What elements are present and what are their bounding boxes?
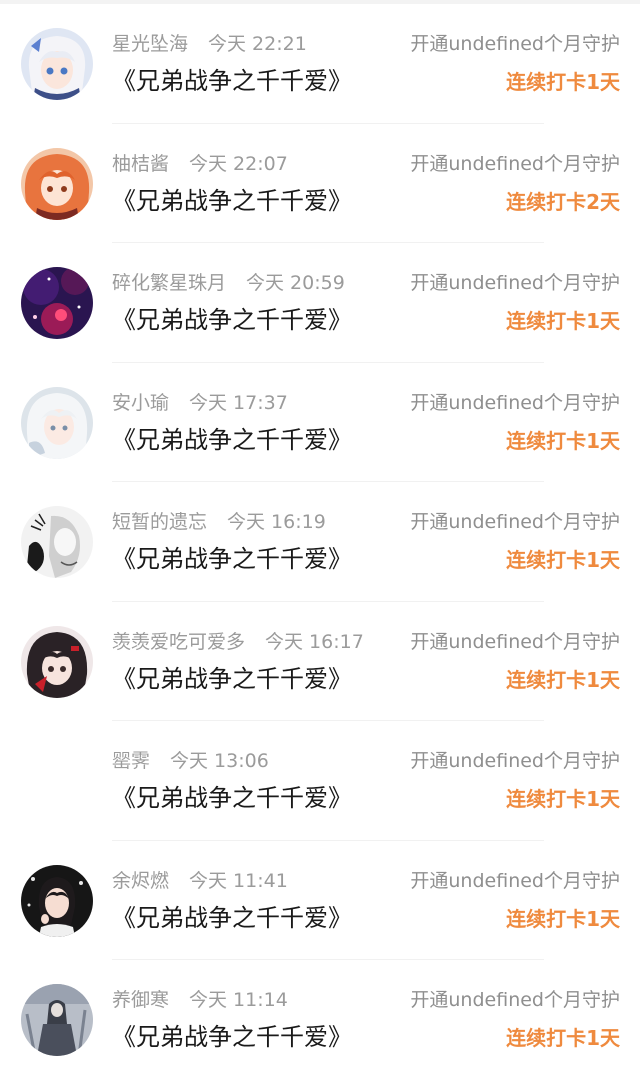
guard-action-text: 开通undefined个月守护 (410, 391, 620, 414)
list-item[interactable]: 羡羡爱吃可爱多 今天 16:17 《兄弟战争之千千爱》 开通undefined个月… (0, 602, 640, 721)
list-item[interactable]: 安小瑜 今天 17:37 《兄弟战争之千千爱》 开通undefined个月守护 连… (0, 363, 640, 482)
purple-galaxy-avatar[interactable] (21, 267, 93, 339)
checkin-streak: 连续打卡1天 (506, 667, 620, 692)
guard-action-text: 开通undefined个月守护 (410, 630, 620, 653)
book-title[interactable]: 《兄弟战争之千千爱》 (112, 63, 352, 99)
empty-avatar[interactable] (21, 745, 93, 817)
guard-action-text: 开通undefined个月守护 (410, 511, 620, 533)
checkin-streak: 连续打卡1天 (506, 1026, 620, 1050)
guard-action-text: 开通undefined个月守护 (410, 33, 620, 55)
timestamp: 今天 11:14 (189, 989, 288, 1011)
user-meta: 短暂的遗忘 今天 16:19 (112, 508, 326, 536)
user-meta: 柚桔酱 今天 22:07 (112, 150, 288, 178)
book-title[interactable]: 《兄弟战争之千千爱》 (112, 183, 352, 219)
timestamp: 今天 16:19 (227, 511, 326, 533)
timestamp: 今天 20:59 (246, 272, 345, 294)
user-meta: 养御寒 今天 11:14 (112, 986, 288, 1014)
checkin-streak: 连续打卡1天 (506, 70, 620, 94)
timestamp: 今天 13:06 (170, 750, 269, 772)
user-meta: 余烬燃 今天 11:41 (112, 867, 288, 895)
username[interactable]: 柚桔酱 (112, 153, 169, 175)
monochrome-sketch-avatar[interactable] (21, 506, 93, 578)
book-title[interactable]: 《兄弟战争之千千爱》 (112, 422, 352, 458)
username[interactable]: 星光坠海 (112, 33, 188, 55)
user-meta: 星光坠海 今天 22:21 (112, 30, 307, 58)
book-title[interactable]: 《兄弟战争之千千爱》 (112, 541, 352, 577)
timestamp: 今天 22:07 (189, 152, 288, 175)
timestamp: 今天 17:37 (189, 391, 288, 414)
list-item[interactable]: 星光坠海 今天 22:21 《兄弟战争之千千爱》 开通undefined个月守护 … (0, 4, 640, 124)
checkin-streak: 连续打卡1天 (506, 548, 620, 572)
username[interactable]: 养御寒 (112, 989, 169, 1011)
username[interactable]: 短暂的遗忘 (112, 511, 207, 533)
timestamp: 今天 22:21 (208, 33, 307, 55)
username[interactable]: 余烬燃 (112, 870, 169, 892)
list-item[interactable]: 罂霁 今天 13:06 《兄弟战争之千千爱》 开通undefined个月守护 连续… (0, 721, 640, 841)
dark-hair-anime-avatar[interactable] (21, 625, 93, 698)
checkin-streak: 连续打卡2天 (506, 189, 620, 214)
list-item[interactable]: 碎化繁星珠月 今天 20:59 《兄弟战争之千千爱》 开通undefined个月守… (0, 243, 640, 363)
list-item[interactable]: 短暂的遗忘 今天 16:19 《兄弟战争之千千爱》 开通undefined个月守护… (0, 482, 640, 602)
book-title[interactable]: 《兄弟战争之千千爱》 (112, 1019, 352, 1055)
book-title[interactable]: 《兄弟战争之千千爱》 (112, 661, 352, 697)
username[interactable]: 安小瑜 (112, 392, 169, 414)
user-meta: 安小瑜 今天 17:37 (112, 389, 288, 417)
guard-action-text: 开通undefined个月守护 (410, 869, 620, 892)
white-hair-girl-avatar[interactable] (21, 386, 93, 459)
user-meta: 碎化繁星珠月 今天 20:59 (112, 269, 345, 297)
username[interactable]: 羡羡爱吃可爱多 (112, 631, 245, 653)
guard-action-text: 开通undefined个月守护 (410, 152, 620, 175)
guard-record-list: 星光坠海 今天 22:21 《兄弟战争之千千爱》 开通undefined个月守护 … (0, 4, 640, 1080)
list-item[interactable]: 余烬燃 今天 11:41 《兄弟战争之千千爱》 开通undefined个月守护 连… (0, 841, 640, 960)
checkin-streak: 连续打卡1天 (506, 906, 620, 931)
guard-action-text: 开通undefined个月守护 (410, 750, 620, 772)
photo-girl-avatar[interactable] (21, 864, 93, 937)
guard-action-text: 开通undefined个月守护 (410, 272, 620, 294)
anime-girl-orange-hair-avatar[interactable] (21, 147, 93, 220)
grey-figure-avatar[interactable] (21, 984, 93, 1056)
guard-action-text: 开通undefined个月守护 (410, 989, 620, 1011)
list-item[interactable]: 柚桔酱 今天 22:07 《兄弟战争之千千爱》 开通undefined个月守护 连… (0, 124, 640, 243)
book-title[interactable]: 《兄弟战争之千千爱》 (112, 302, 352, 338)
book-title[interactable]: 《兄弟战争之千千爱》 (112, 900, 352, 936)
checkin-streak: 连续打卡1天 (506, 309, 620, 333)
book-title[interactable]: 《兄弟战争之千千爱》 (112, 780, 352, 816)
username[interactable]: 碎化繁星珠月 (112, 272, 226, 294)
timestamp: 今天 16:17 (265, 630, 364, 653)
timestamp: 今天 11:41 (189, 869, 288, 892)
username[interactable]: 罂霁 (112, 750, 150, 772)
checkin-streak: 连续打卡1天 (506, 787, 620, 811)
list-item[interactable]: 养御寒 今天 11:14 《兄弟战争之千千爱》 开通undefined个月守护 连… (0, 960, 640, 1080)
user-meta: 罂霁 今天 13:06 (112, 747, 269, 775)
user-meta: 羡羡爱吃可爱多 今天 16:17 (112, 628, 364, 656)
checkin-streak: 连续打卡1天 (506, 428, 620, 453)
anime-girl-white-hair-avatar[interactable] (21, 28, 93, 100)
